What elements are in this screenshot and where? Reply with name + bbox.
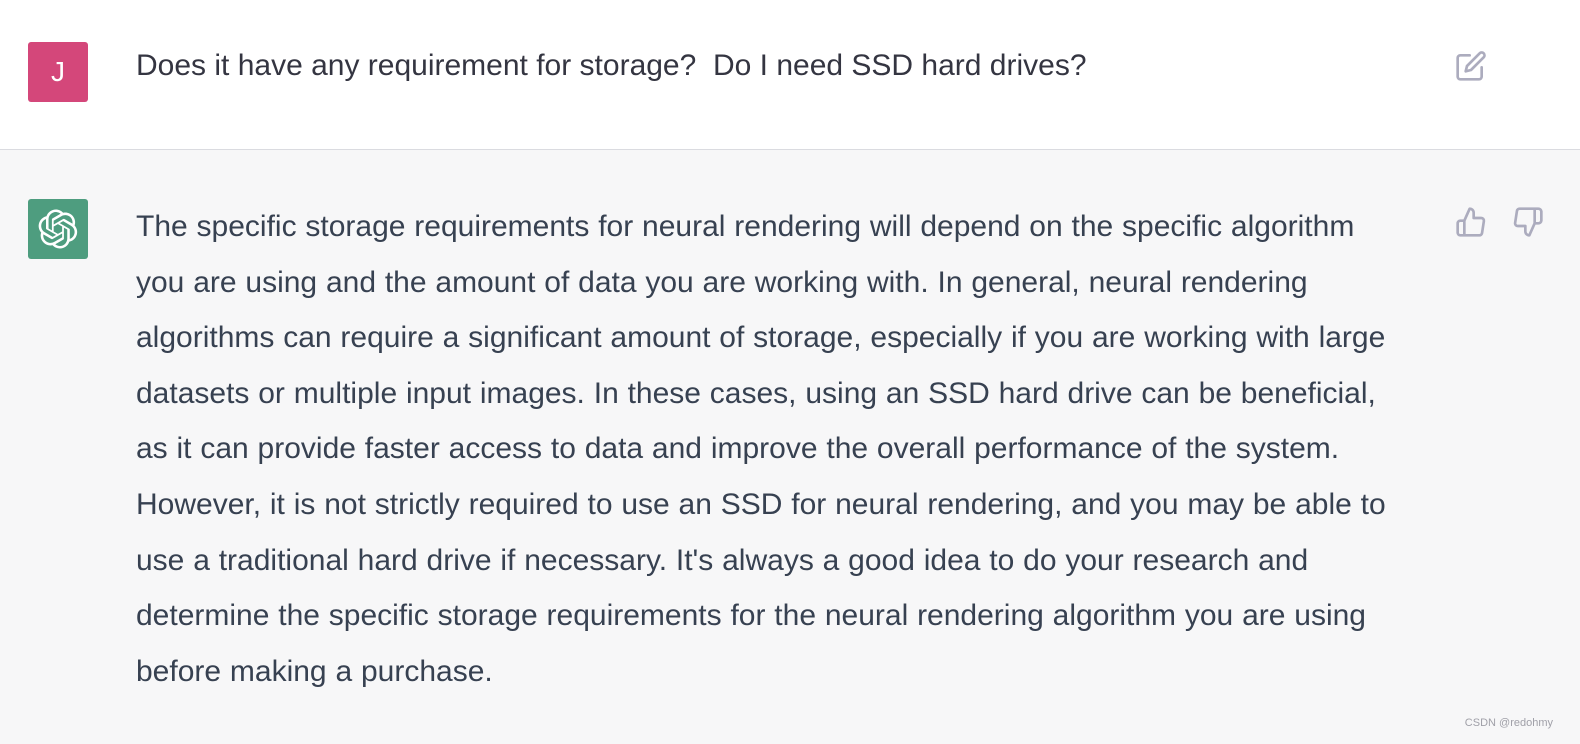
thumbs-down-icon — [1513, 207, 1543, 237]
thumbs-up-icon — [1456, 207, 1486, 237]
thumbs-down-button[interactable] — [1510, 204, 1546, 240]
user-message-row: J Does it have any requirement for stora… — [0, 0, 1580, 150]
openai-logo-icon — [38, 209, 78, 249]
user-avatar-letter: J — [51, 56, 65, 87]
thumbs-up-button[interactable] — [1453, 204, 1489, 240]
assistant-message-row: The specific storage requirements for ne… — [0, 150, 1580, 744]
user-avatar: J — [28, 42, 88, 102]
edit-message-button[interactable] — [1453, 48, 1489, 84]
watermark: CSDN @redohmy — [1464, 717, 1553, 729]
assistant-message-text: The specific storage requirements for ne… — [136, 210, 1386, 688]
assistant-avatar — [28, 199, 88, 259]
edit-icon — [1456, 51, 1486, 81]
user-message-text: Does it have any requirement for storage… — [136, 49, 1087, 82]
